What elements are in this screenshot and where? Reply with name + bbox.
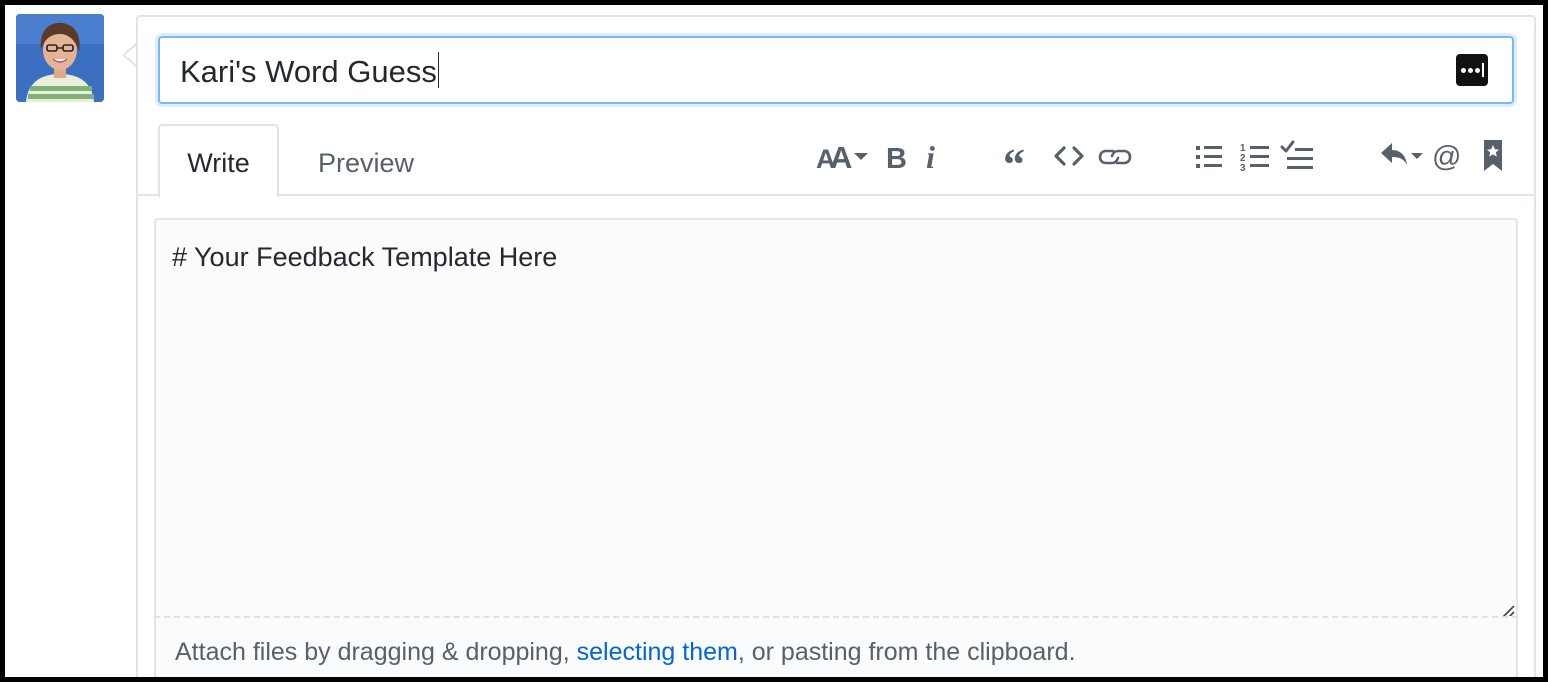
list-ordered-icon[interactable]: 1 2 3: [1240, 135, 1270, 175]
file-drop-zone[interactable]: Attach files by dragging & dropping, sel…: [154, 616, 1518, 677]
issue-title-value: Kari's Word Guess: [180, 52, 440, 90]
avatar[interactable]: [16, 14, 104, 102]
password-dot: [1468, 68, 1473, 73]
attach-hint-suffix: , or pasting from the clipboard.: [737, 638, 1076, 666]
issue-title-input[interactable]: Kari's Word Guess: [158, 36, 1514, 104]
reply-icon[interactable]: [1379, 135, 1425, 175]
text-size-icon[interactable]: A A: [816, 135, 874, 175]
svg-text:“: “: [1003, 140, 1025, 175]
tasklist-icon[interactable]: [1279, 135, 1315, 175]
svg-text:i: i: [926, 139, 935, 175]
password-manager-icon[interactable]: [1456, 54, 1488, 86]
link-icon[interactable]: [1097, 135, 1133, 175]
svg-text:3: 3: [1240, 163, 1246, 174]
italic-icon[interactable]: i: [924, 135, 940, 175]
comment-body-text: # Your Feedback Template Here: [172, 242, 558, 272]
code-icon[interactable]: [1053, 135, 1085, 175]
password-cursor-bar: [1482, 63, 1484, 77]
text-cursor: [437, 52, 440, 88]
issue-title-text: Kari's Word Guess: [180, 54, 437, 89]
password-dot: [1475, 68, 1480, 73]
svg-text:@: @: [1432, 141, 1461, 173]
bold-icon[interactable]: B: [885, 135, 909, 175]
select-files-link[interactable]: selecting them: [577, 638, 738, 666]
bookmark-icon[interactable]: [1482, 135, 1504, 175]
svg-text:A: A: [830, 140, 852, 175]
list-unordered-icon[interactable]: [1195, 135, 1223, 175]
mention-icon[interactable]: @: [1432, 135, 1464, 175]
comment-notch: [122, 43, 137, 67]
attach-hint: Attach files by dragging & dropping, sel…: [175, 638, 1076, 667]
password-dot: [1461, 68, 1466, 73]
quote-icon[interactable]: “: [1003, 135, 1033, 175]
comment-body-textarea[interactable]: # Your Feedback Template Here: [154, 218, 1518, 620]
tab-preview[interactable]: Preview: [301, 124, 431, 197]
issue-form: Kari's Word Guess Write Preview A A B i …: [0, 0, 1548, 682]
tab-write[interactable]: Write: [158, 124, 279, 197]
attach-hint-prefix: Attach files by dragging & dropping,: [175, 638, 577, 666]
svg-text:B: B: [886, 143, 907, 175]
